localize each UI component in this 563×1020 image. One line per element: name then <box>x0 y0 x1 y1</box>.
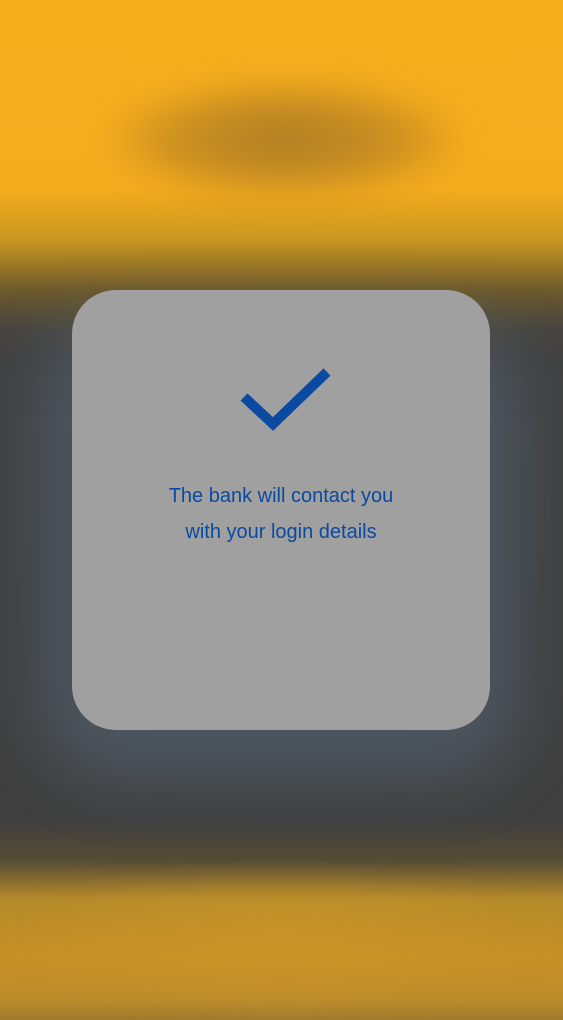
dialog-message: The bank will contact you with your logi… <box>72 478 490 550</box>
blurred-footer <box>0 880 563 1020</box>
message-line-2: with your login details <box>185 521 377 543</box>
message-line-1: The bank will contact you <box>168 485 394 507</box>
checkmark-icon <box>240 368 331 431</box>
blurred-header <box>110 80 460 200</box>
app-screen: { "dialog": { "icon": "checkmark-icon", … <box>0 0 563 1020</box>
